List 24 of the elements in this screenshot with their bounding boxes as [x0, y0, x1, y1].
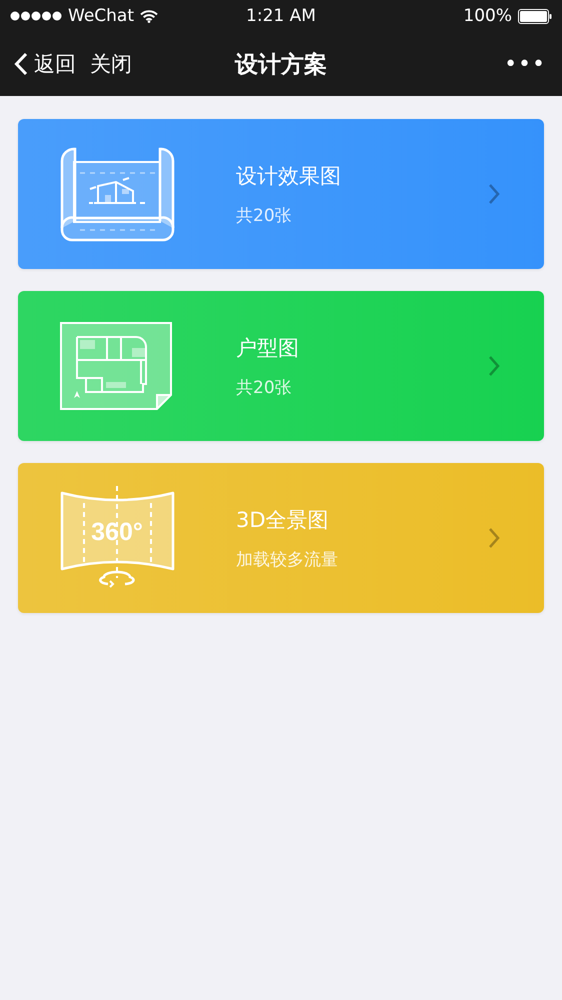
card-title: 户型图	[236, 334, 300, 362]
card-subtitle: 共20张	[236, 204, 293, 226]
battery-percent: 100%	[463, 6, 512, 26]
chevron-right-icon	[488, 527, 500, 549]
clock-time: 1:21 AM	[246, 6, 316, 26]
card-subtitle: 加载较多流量	[236, 548, 339, 570]
blueprint-icon	[60, 146, 175, 242]
panorama-icon	[60, 486, 174, 588]
card-subtitle: 共20张	[236, 376, 293, 398]
panorama-label: 360°	[91, 518, 143, 546]
carrier-label: WeChat	[68, 6, 134, 26]
chevron-right-icon	[488, 183, 500, 205]
chevron-right-icon	[488, 355, 500, 377]
page-title: 设计方案	[235, 50, 327, 80]
close-button[interactable]: 关闭	[90, 50, 132, 78]
more-button[interactable]: •••	[504, 52, 546, 76]
floor-plan-icon	[60, 322, 172, 410]
signal-icon	[10, 11, 62, 21]
card-title: 3D全景图	[236, 506, 330, 534]
back-button[interactable]: 返回	[14, 50, 76, 78]
battery-icon	[518, 8, 552, 24]
wifi-icon	[140, 10, 158, 22]
back-chevron-icon	[14, 52, 28, 76]
card-title: 设计效果图	[236, 162, 342, 190]
